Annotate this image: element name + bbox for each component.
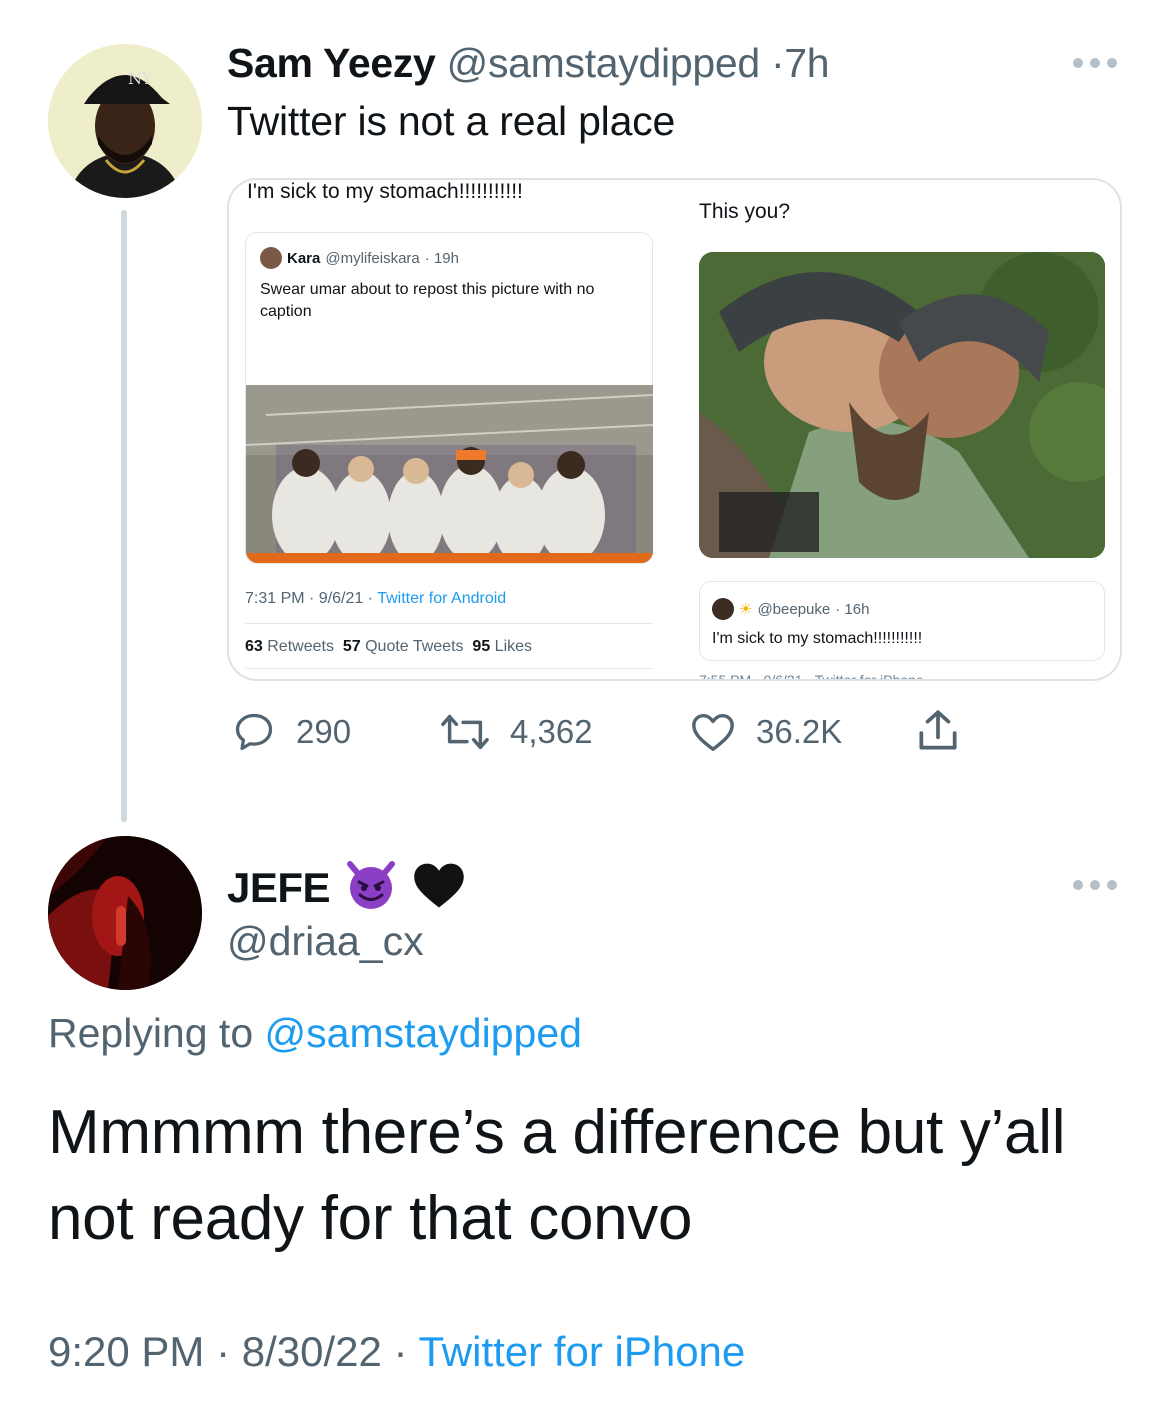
quoted-time: · 19h [424,249,459,267]
avatar [260,247,282,269]
quotes-label: Quote Tweets [365,638,464,655]
quoted-text: Swear umar about to repost this picture … [260,281,595,320]
quoted-engagement-counts: 63 Retweets 57 Quote Tweets 95 Likes [245,638,532,656]
handle[interactable]: @samstaydipped [447,40,761,86]
quoted-tweet-header: Kara @mylifeiskara · 19h [260,247,459,269]
devil-emoji-icon [344,858,398,917]
quoted-name: Kara [287,249,321,267]
retweets-label: Retweets [267,638,334,655]
sun-icon: ☀ [739,601,753,618]
couple-kiss-photo [699,252,1105,558]
quoted-tweet-beepuke[interactable]: ☀ @beepuke · 16h I'm sick to my stomach!… [699,581,1105,661]
quoted-meta-source[interactable]: Twitter for Android [377,590,506,607]
thread-line [121,210,127,822]
like-count: 36.2K [756,713,843,750]
comment-icon [235,713,273,751]
quoted-tweet-kara[interactable]: Kara @mylifeiskara · 19h Swear umar abou… [245,232,653,564]
more-icon[interactable] [1073,56,1117,70]
black-heart-icon [412,860,466,915]
like-button[interactable]: 36.2K [690,710,842,754]
retweet-icon [441,714,489,750]
more-icon[interactable] [1073,878,1117,892]
handle[interactable]: @driaa_cx [227,918,424,965]
quoted-text: I'm sick to my stomach!!!!!!!!!!! [712,630,923,647]
quoted-meta-clipped: 7:55 PM · 9/6/21 · Twitter for iPhone [699,672,924,681]
tweet-source[interactable]: Twitter for iPhone [418,1328,745,1375]
quoted-meta-time: 7:31 PM · 9/6/21 · [245,590,374,607]
football-team-photo [246,385,653,563]
replying-prefix: Replying to [48,1010,254,1056]
heart-icon [692,713,734,751]
tweet-header: JEFE [227,858,466,917]
avatar [712,598,734,620]
quotes-count: 57 [342,638,361,655]
media-left-caption: I'm sick to my stomach!!!!!!!!!!! [247,180,523,203]
avatar-sam-yeezy[interactable]: NY [48,44,202,198]
share-icon [919,710,957,750]
share-button[interactable] [910,706,966,756]
avatar-jefe[interactable] [48,836,202,990]
retweet-button[interactable]: 4,362 [440,710,593,754]
tweet-header: Sam Yeezy @samstaydipped ·7h [227,40,830,87]
reply-count: 290 [296,713,352,750]
svg-text:NY: NY [128,69,153,88]
quoted-handle: @beepuke [757,600,831,618]
quoted-tweet-header: ☀ @beepuke · 16h [712,598,869,620]
likes-count: 95 [472,638,491,655]
display-name[interactable]: Sam Yeezy [227,40,436,86]
tweet-text: Twitter is not a real place [227,98,676,144]
reply-button[interactable]: 290 [232,710,351,754]
reply-text: Mmmmm there’s a difference but y’all not… [48,1098,1066,1253]
replying-to-link[interactable]: @samstaydipped [265,1010,582,1056]
retweets-count: 63 [245,638,263,655]
tweet-media[interactable]: I'm sick to my stomach!!!!!!!!!!! This y… [227,178,1122,681]
quoted-time: · 16h [835,600,870,618]
quoted-meta: 7:31 PM · 9/6/21 · Twitter for Android [245,590,506,608]
quoted-meta-peek: 7:55 PM · 9/6/21 · Twitter for iPhone [699,672,924,681]
display-name[interactable]: JEFE [227,864,331,912]
likes-label: Likes [494,638,533,655]
quoted-handle: @mylifeiskara [325,249,420,267]
divider [245,668,653,669]
retweet-count: 4,362 [510,713,593,750]
tweet-meta: 9:20 PM · 8/30/22 · Twitter for iPhone [48,1328,745,1376]
tweet-time[interactable]: 9:20 PM · 8/30/22 · [48,1328,408,1375]
divider [245,623,653,624]
separator: · [770,40,785,86]
media-right-caption: This you? [699,200,791,223]
timestamp[interactable]: 7h [784,40,829,86]
replying-to: Replying to @samstaydipped [48,1010,582,1057]
